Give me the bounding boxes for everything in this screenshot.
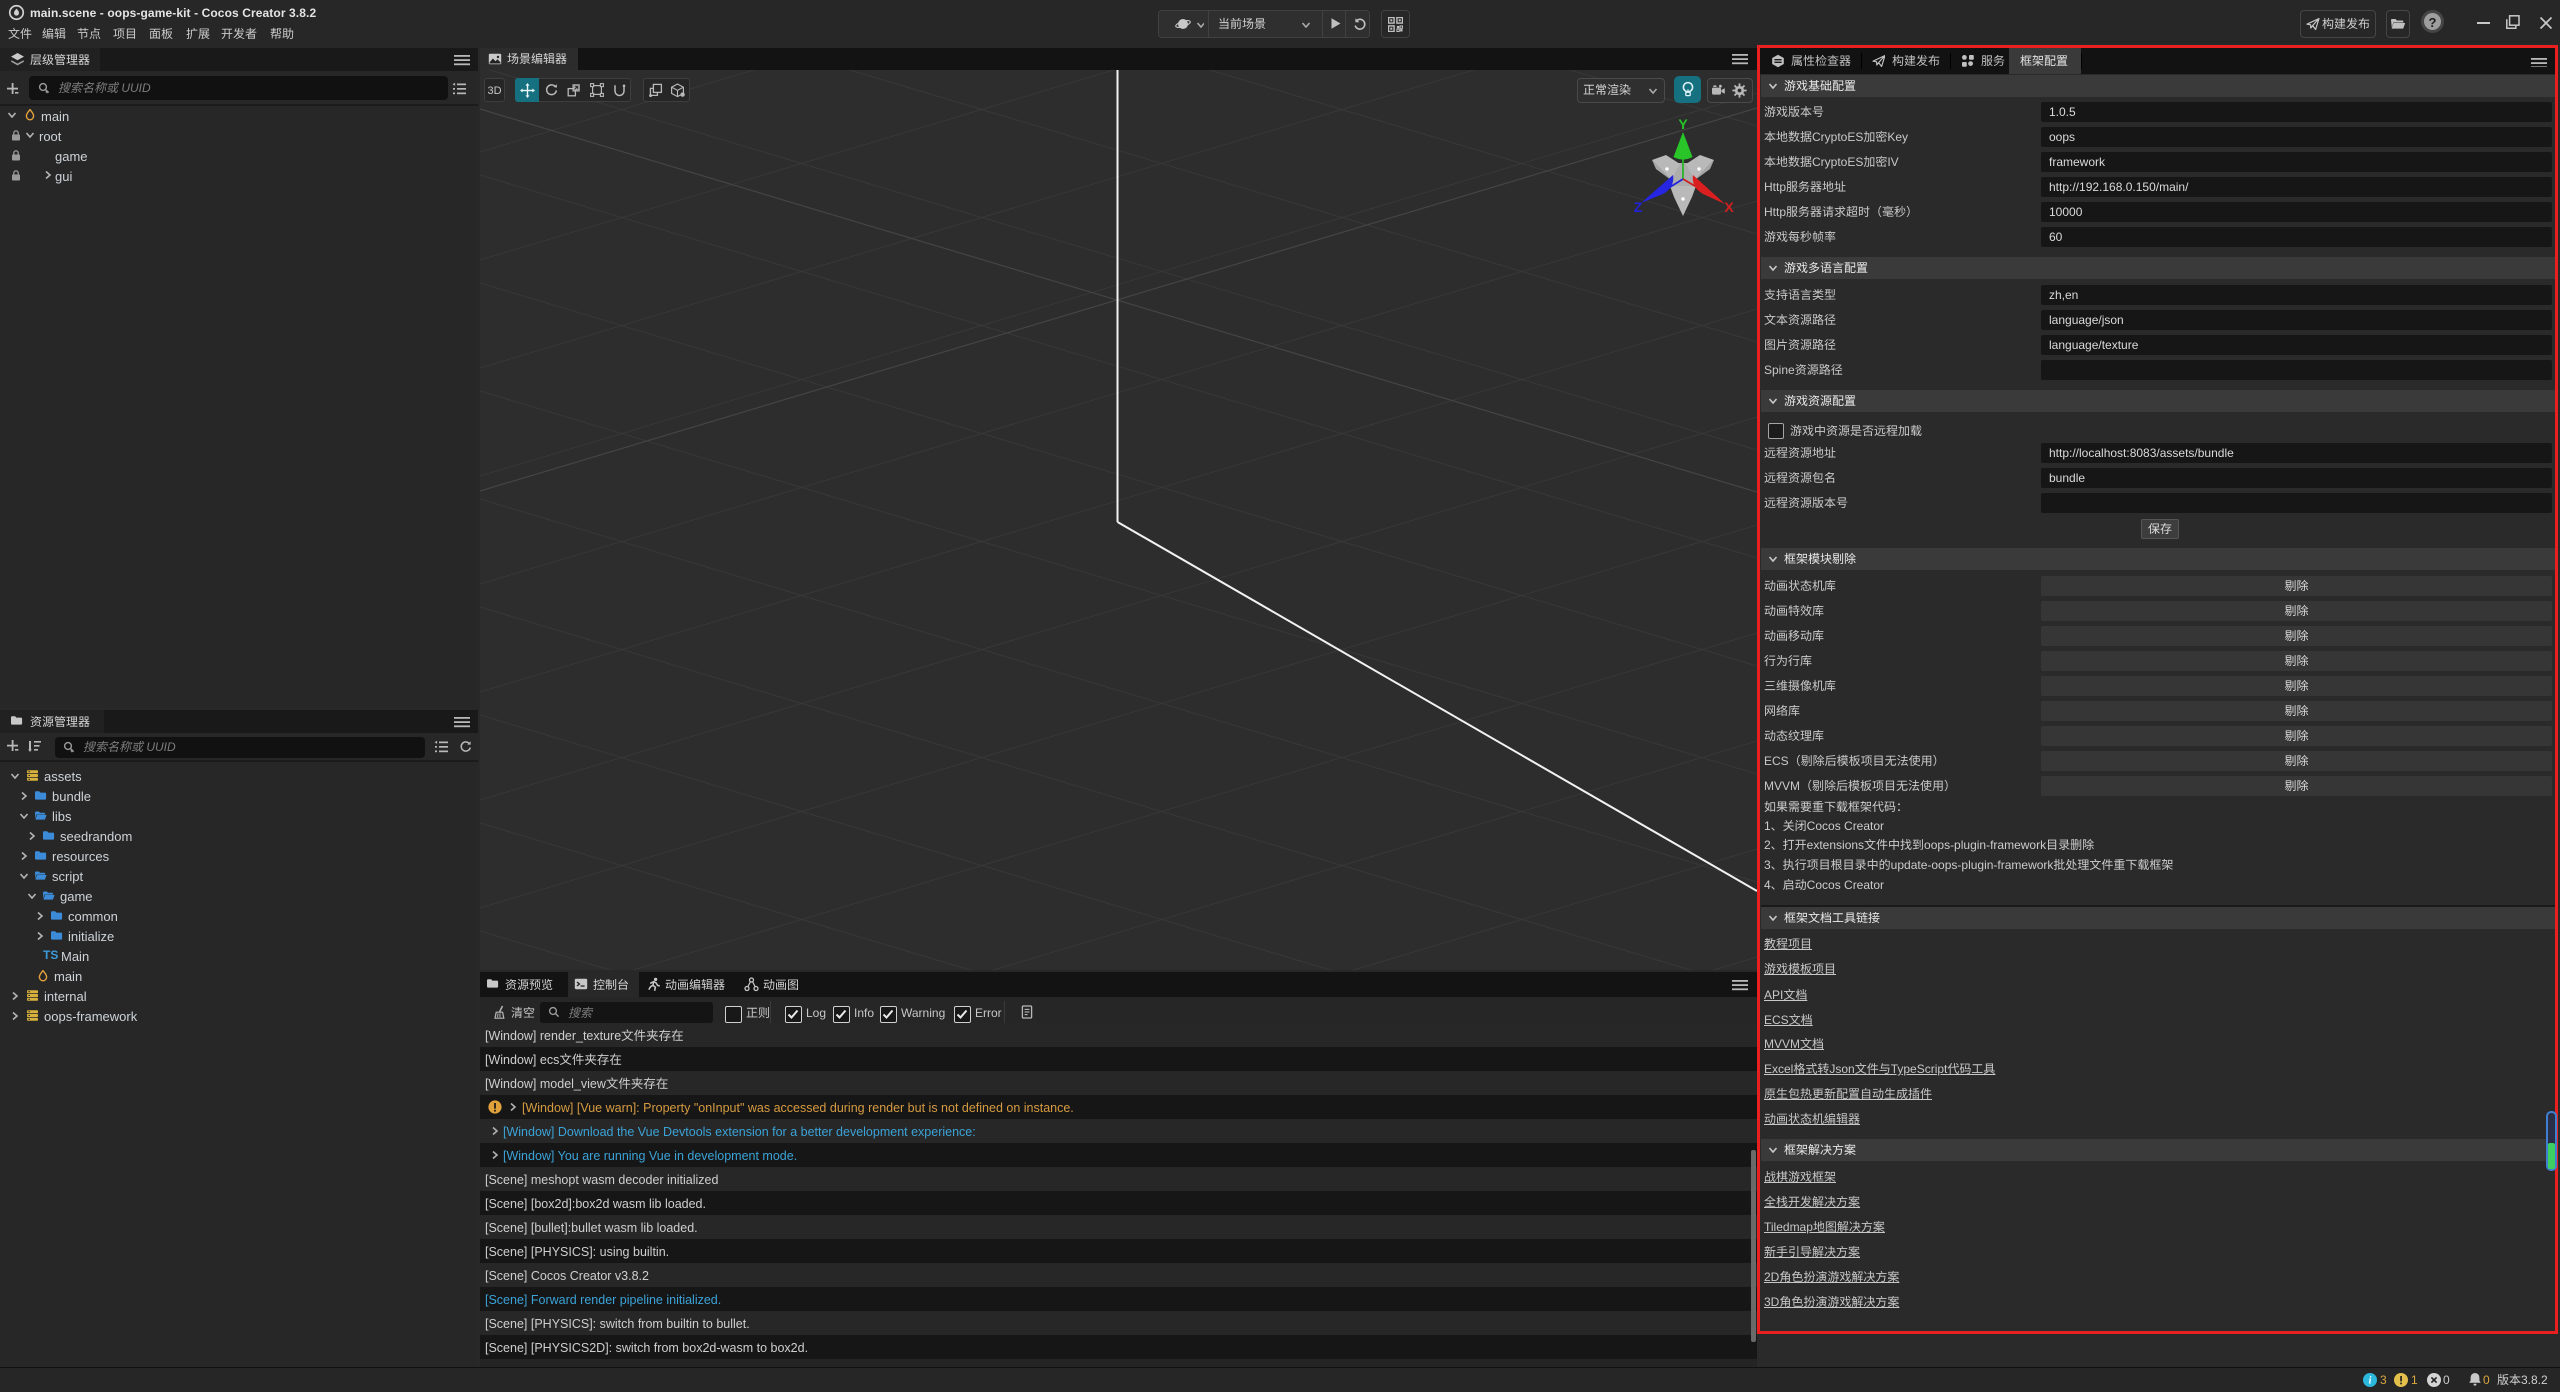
svg-text:i: i xyxy=(2369,1376,2372,1387)
svg-text:Y: Y xyxy=(1678,114,1688,134)
svg-text:X: X xyxy=(1724,197,1734,217)
svg-text:Z: Z xyxy=(1634,197,1643,217)
